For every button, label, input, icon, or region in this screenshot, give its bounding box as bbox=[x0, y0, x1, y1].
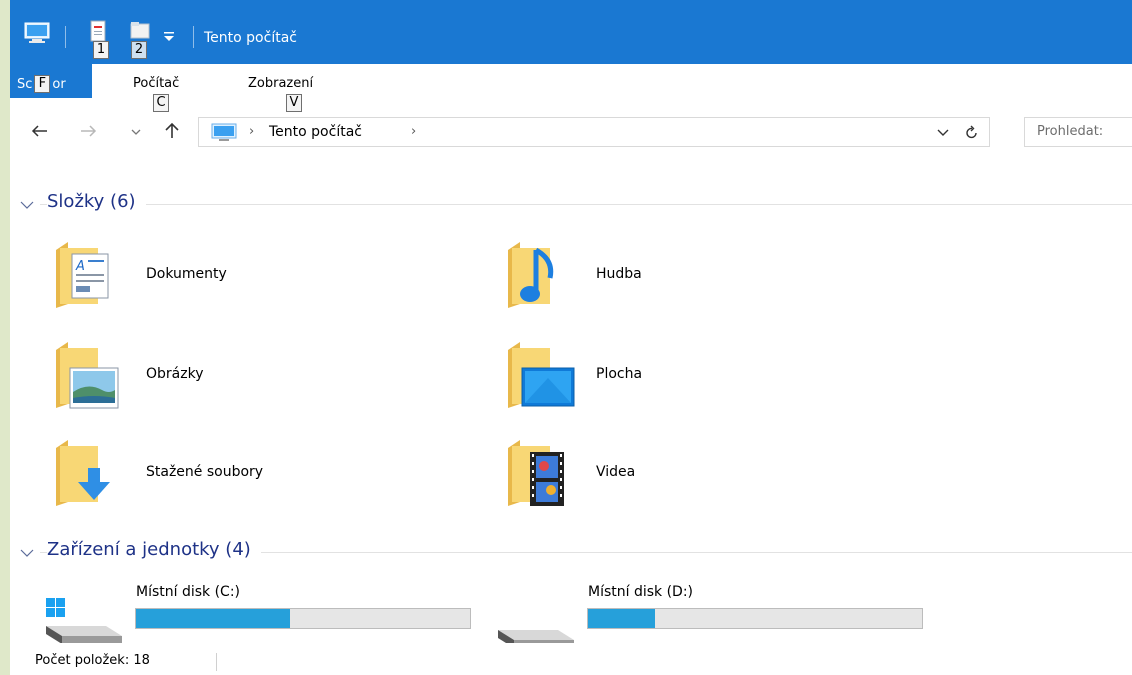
back-arrow-icon[interactable] bbox=[30, 124, 48, 138]
drive-label: Místní disk (D:) bbox=[588, 584, 694, 600]
address-history-chevron-icon[interactable] bbox=[937, 129, 949, 137]
navigation-bar: › Tento počítač › Prohledat: bbox=[10, 110, 1132, 150]
documents-folder-icon: A bbox=[56, 242, 109, 308]
computer-icon bbox=[211, 123, 237, 141]
group-title: Složky (6) bbox=[47, 191, 146, 212]
tab-file[interactable]: Sc For bbox=[10, 64, 92, 98]
collapse-chevron-icon[interactable] bbox=[20, 200, 34, 210]
computer-icon[interactable] bbox=[24, 22, 50, 44]
tab-file-label-right: or bbox=[52, 77, 66, 92]
customize-quick-access-icon[interactable] bbox=[163, 30, 175, 42]
folder-label: Stažené soubory bbox=[146, 464, 264, 480]
breadcrumb-location[interactable]: Tento počítač bbox=[269, 124, 362, 140]
drive-usage-fill bbox=[588, 609, 655, 628]
drive-label: Místní disk (C:) bbox=[136, 584, 241, 600]
drive-usage-bar bbox=[135, 608, 471, 629]
keytip-2: 2 bbox=[131, 41, 147, 59]
drive-usage-fill bbox=[136, 609, 290, 628]
title-bar: 1 2 Tento počítač bbox=[10, 0, 1132, 64]
breadcrumb-separator-icon: › bbox=[249, 124, 255, 139]
refresh-icon[interactable] bbox=[964, 125, 980, 141]
group-header-devices[interactable]: Zařízení a jednotky (4) bbox=[10, 539, 1132, 565]
folder-item-videos[interactable]: Videa bbox=[506, 438, 926, 518]
pictures-folder-icon bbox=[56, 342, 119, 409]
group-header-folders[interactable]: Složky (6) bbox=[10, 191, 1132, 217]
quick-access-separator bbox=[65, 26, 66, 48]
folder-label: Videa bbox=[596, 464, 636, 480]
folder-item-music[interactable]: Hudba bbox=[506, 240, 926, 320]
videos-folder-icon bbox=[508, 440, 564, 506]
folder-item-pictures[interactable]: Obrázky bbox=[54, 340, 474, 420]
new-folder-icon[interactable] bbox=[129, 20, 151, 42]
ribbon-tabs: Sc For Počítač C Zobrazení V bbox=[10, 64, 1132, 112]
folder-item-documents[interactable]: A Dokumenty bbox=[54, 240, 474, 320]
up-arrow-icon[interactable] bbox=[164, 121, 180, 139]
address-bar[interactable]: › Tento počítač › bbox=[198, 117, 990, 147]
folder-label: Dokumenty bbox=[146, 266, 227, 282]
explorer-window: 1 2 Tento počítač Sc For Počítač C Zobraz… bbox=[10, 0, 1132, 675]
recent-locations-chevron-icon[interactable] bbox=[131, 128, 141, 136]
tab-view[interactable]: Zobrazení bbox=[248, 76, 313, 91]
folder-label: Plocha bbox=[596, 366, 643, 382]
music-folder-icon bbox=[508, 242, 554, 308]
tab-file-label-left: Sc bbox=[17, 77, 33, 92]
folder-item-downloads[interactable]: Stažené soubory bbox=[54, 438, 474, 518]
windows-drive-icon bbox=[46, 598, 122, 644]
tab-computer[interactable]: Počítač bbox=[133, 76, 179, 91]
folder-label: Hudba bbox=[596, 266, 642, 282]
search-input[interactable]: Prohledat: bbox=[1024, 117, 1132, 147]
keytip-1: 1 bbox=[93, 41, 109, 59]
status-separator bbox=[216, 653, 217, 671]
item-count: Počet položek: 18 bbox=[35, 653, 150, 668]
folder-label: Obrázky bbox=[146, 366, 204, 382]
folder-item-desktop[interactable]: Plocha bbox=[506, 340, 926, 420]
group-divider bbox=[40, 204, 1132, 205]
drive-usage-bar bbox=[587, 608, 923, 629]
desktop-folder-icon bbox=[508, 342, 575, 408]
window-title: Tento počítač bbox=[204, 30, 297, 46]
title-separator bbox=[193, 26, 194, 48]
svg-text:A: A bbox=[75, 259, 85, 274]
status-bar: Počet položek: 18 bbox=[10, 643, 1132, 675]
group-title: Zařízení a jednotky (4) bbox=[47, 539, 261, 560]
forward-arrow-icon[interactable] bbox=[80, 124, 98, 138]
downloads-folder-icon bbox=[56, 440, 110, 506]
collapse-chevron-icon[interactable] bbox=[20, 548, 34, 558]
keytip-file: F bbox=[34, 75, 51, 93]
breadcrumb-chevron-icon[interactable]: › bbox=[411, 124, 416, 139]
